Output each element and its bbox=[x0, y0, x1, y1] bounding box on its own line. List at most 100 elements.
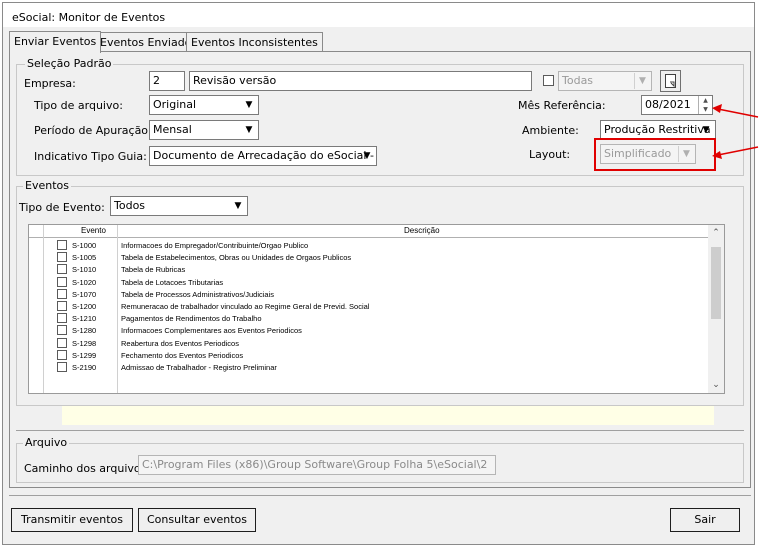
table-row[interactable]: S-1010 Tabela de Rubricas bbox=[29, 264, 708, 276]
indicativo-select[interactable]: Documento de Arrecadação do eSocial - DA… bbox=[149, 146, 377, 166]
event-code: S-1010 bbox=[72, 265, 97, 275]
empresa-code-input[interactable]: 2 bbox=[149, 71, 185, 91]
layout-highlight-box bbox=[594, 138, 716, 171]
event-code: S-1005 bbox=[72, 253, 97, 263]
event-description: Tabela de Processos Administrativos/Judi… bbox=[121, 289, 274, 299]
indicativo-label: Indicativo Tipo Guia: bbox=[34, 150, 147, 163]
table-row[interactable]: S-1200 Remuneracao de trabalhador vincula… bbox=[29, 301, 708, 313]
mes-referencia-value: 08/2021 bbox=[645, 98, 691, 111]
tab-page: Seleção Padrão Empresa: 2 Revisão versão… bbox=[9, 51, 751, 488]
ambiente-label: Ambiente: bbox=[522, 124, 579, 137]
row-checkbox[interactable] bbox=[57, 301, 67, 311]
tipo-evento-label: Tipo de Evento: bbox=[19, 201, 105, 214]
filter-button[interactable] bbox=[660, 70, 681, 92]
separator bbox=[9, 495, 751, 496]
table-row[interactable]: S-2190 Admissao de Trabalhador - Registro… bbox=[29, 362, 708, 374]
event-description: Admissao de Trabalhador - Registro Preli… bbox=[121, 363, 277, 372]
tipo-arquivo-label: Tipo de arquivo: bbox=[34, 99, 123, 112]
row-checkbox[interactable] bbox=[57, 288, 67, 299]
arquivo-title: Arquivo bbox=[23, 436, 70, 449]
tipo-evento-value: Todos bbox=[114, 199, 146, 212]
event-description: Tabela de Rubricas bbox=[121, 265, 186, 275]
event-code: S-1280 bbox=[72, 326, 97, 336]
indicativo-value: Documento de Arrecadação do eSocial - DA… bbox=[153, 149, 377, 162]
annotation-arrow-1 bbox=[717, 108, 759, 118]
tipo-arquivo-value: Original bbox=[153, 98, 197, 111]
empresa-name-input[interactable]: Revisão versão bbox=[189, 71, 532, 91]
column-header-descricao[interactable]: Descrição bbox=[404, 226, 440, 235]
table-row[interactable]: S-1298 Reabertura dos Eventos Periodicos bbox=[29, 337, 708, 350]
layout-label: Layout: bbox=[529, 148, 571, 161]
scroll-up-icon[interactable]: ⌃ bbox=[708, 225, 724, 241]
ambiente-select[interactable]: Produção Restritiva ▼ bbox=[600, 120, 716, 140]
sair-button[interactable]: Sair bbox=[670, 508, 740, 532]
tipo-arquivo-select[interactable]: Original ▼ bbox=[149, 95, 259, 115]
table-row[interactable]: S-1020 Tabela de Lotacoes Tributarias bbox=[29, 276, 708, 289]
event-code: S-1000 bbox=[72, 241, 97, 250]
table-header: Evento Descrição bbox=[29, 225, 708, 238]
row-checkbox[interactable] bbox=[57, 252, 67, 263]
table-row[interactable]: S-1210 Pagamentos de Rendimentos do Traba… bbox=[29, 313, 708, 325]
annotation-arrows bbox=[712, 104, 759, 159]
row-checkbox[interactable] bbox=[57, 276, 67, 287]
column-header-evento[interactable]: Evento bbox=[81, 226, 106, 235]
caminho-input[interactable]: C:\Program Files (x86)\Group Software\Gr… bbox=[138, 455, 496, 475]
tipo-evento-select[interactable]: Todos ▼ bbox=[110, 196, 248, 216]
row-checkbox[interactable] bbox=[57, 240, 67, 250]
chevron-down-icon: ▼ bbox=[634, 73, 650, 89]
periodo-select[interactable]: Mensal ▼ bbox=[149, 120, 259, 140]
event-description: Informacoes Complementares aos Eventos P… bbox=[121, 326, 302, 336]
mes-referencia-label: Mês Referência: bbox=[518, 99, 606, 112]
table-row[interactable]: S-1070 Tabela de Processos Administrativo… bbox=[29, 288, 708, 301]
row-checkbox[interactable] bbox=[57, 264, 67, 275]
event-description: Tabela de Lotacoes Tributarias bbox=[121, 277, 224, 287]
table-row[interactable]: S-1000 Informacoes do Empregador/Contribu… bbox=[29, 240, 708, 252]
tab-eventos-inconsistentes[interactable]: Eventos Inconsistentes bbox=[186, 32, 323, 52]
eventos-title: Eventos bbox=[23, 179, 71, 192]
table-row[interactable]: S-1005 Tabela de Estabelecimentos, Obras … bbox=[29, 252, 708, 264]
row-checkbox[interactable] bbox=[57, 337, 67, 348]
row-checkbox[interactable] bbox=[57, 313, 67, 324]
events-table: Evento Descrição S-1000 Informacoes do Em… bbox=[28, 224, 725, 394]
todas-checkbox[interactable] bbox=[543, 75, 554, 86]
table-scrollbar[interactable]: ⌃ ⌄ bbox=[708, 225, 724, 393]
ambiente-value: Produção Restritiva bbox=[604, 123, 711, 136]
event-code: S-1200 bbox=[72, 302, 97, 311]
event-description: Tabela de Estabelecimentos, Obras ou Uni… bbox=[121, 253, 352, 263]
event-description: Pagamentos de Rendimentos do Trabalho bbox=[121, 314, 262, 324]
event-code: S-1299 bbox=[72, 350, 97, 360]
arrowhead-icon bbox=[712, 104, 722, 113]
chevron-down-icon: ▼ bbox=[245, 100, 253, 110]
chevron-down-icon: ▼ bbox=[234, 201, 242, 211]
scroll-down-icon[interactable]: ⌄ bbox=[708, 377, 724, 393]
chevron-down-icon: ▼ bbox=[363, 151, 371, 161]
table-row[interactable]: S-1299 Fechamento dos Eventos Periodicos bbox=[29, 349, 708, 362]
annotation-arrow-2 bbox=[717, 146, 759, 156]
event-code: S-1210 bbox=[72, 314, 97, 324]
transmitir-eventos-button[interactable]: Transmitir eventos bbox=[11, 508, 133, 532]
tab-enviar-eventos[interactable]: Enviar Eventos bbox=[9, 31, 102, 53]
event-code: S-1070 bbox=[72, 289, 97, 299]
arrowhead-icon bbox=[712, 151, 722, 159]
row-checkbox[interactable] bbox=[57, 362, 67, 372]
empresa-label: Empresa: bbox=[24, 77, 76, 90]
window-title: eSocial: Monitor de Eventos bbox=[3, 3, 754, 27]
periodo-value: Mensal bbox=[153, 123, 192, 136]
main-window: eSocial: Monitor de Eventos Enviar Event… bbox=[2, 2, 755, 545]
consultar-eventos-button[interactable]: Consultar eventos bbox=[138, 508, 256, 532]
event-description: Remuneracao de trabalhador vinculado ao … bbox=[121, 302, 370, 311]
mes-referencia-input[interactable]: 08/2021 ▲ ▼ bbox=[641, 95, 713, 115]
event-code: S-2190 bbox=[72, 363, 97, 372]
event-description: Informacoes do Empregador/Contribuinte/O… bbox=[121, 241, 309, 250]
info-panel bbox=[62, 406, 714, 425]
row-checkbox[interactable] bbox=[57, 325, 67, 336]
caminho-label: Caminho dos arquivos: bbox=[24, 462, 151, 475]
todas-combo: Todas ▼ bbox=[558, 71, 652, 91]
periodo-label: Período de Apuração: bbox=[34, 124, 152, 137]
selecao-padrao-title: Seleção Padrão bbox=[25, 57, 114, 70]
event-description: Reabertura dos Eventos Periodicos bbox=[121, 338, 239, 348]
row-checkbox[interactable] bbox=[57, 349, 67, 360]
document-icon bbox=[665, 74, 676, 88]
table-row[interactable]: S-1280 Informacoes Complementares aos Eve… bbox=[29, 325, 708, 337]
scroll-thumb[interactable] bbox=[711, 247, 721, 319]
